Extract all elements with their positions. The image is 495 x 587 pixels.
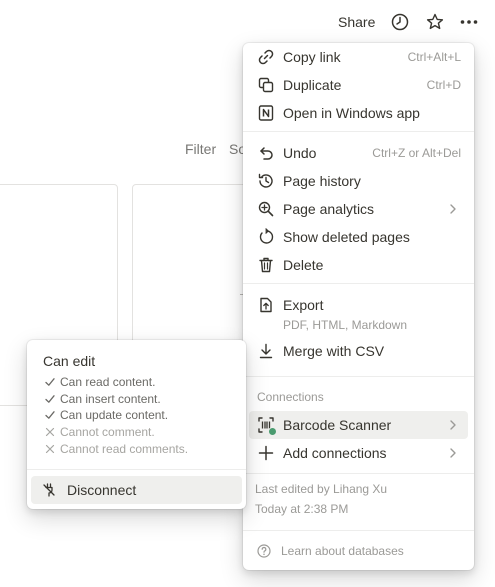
page-options-menu: Copy link Ctrl+Alt+L Duplicate Ctrl+D Op…: [243, 43, 474, 570]
help-icon: [257, 544, 271, 558]
learn-about-databases-link[interactable]: Learn about databases: [257, 544, 404, 558]
menu-item-add-connections[interactable]: Add connections: [249, 439, 468, 467]
plus-icon: [257, 444, 275, 462]
menu-item-label: Page history: [283, 173, 361, 189]
shortcut-hint: Ctrl+Alt+L: [407, 50, 461, 64]
clock-icon[interactable]: [390, 12, 410, 32]
menu-item-label: Show deleted pages: [283, 229, 410, 245]
menu-item-barcode-scanner[interactable]: Barcode Scanner: [249, 411, 468, 439]
cross-icon: [44, 426, 56, 438]
permission-item: Cannot read comments.: [44, 441, 188, 457]
unplug-icon: [41, 482, 57, 498]
permission-text: Cannot read comments.: [60, 442, 189, 456]
menu-item-page-history[interactable]: Page history: [249, 167, 468, 195]
menu-divider: [243, 473, 474, 474]
menu-item-label: Duplicate: [283, 77, 342, 93]
menu-item-export[interactable]: Export: [249, 291, 468, 319]
disconnect-button[interactable]: Disconnect: [31, 476, 242, 504]
permission-text: Can update content.: [60, 408, 169, 422]
menu-item-open-in-app[interactable]: Open in Windows app: [249, 99, 468, 127]
menu-item-show-deleted-pages[interactable]: Show deleted pages: [249, 223, 468, 251]
filter-button[interactable]: Filter: [185, 141, 216, 157]
permission-item: Can update content.: [44, 407, 168, 423]
download-icon: [257, 342, 275, 360]
menu-item-page-analytics[interactable]: Page analytics: [249, 195, 468, 223]
menu-item-duplicate[interactable]: Duplicate Ctrl+D: [249, 71, 468, 99]
menu-item-label: Open in Windows app: [283, 105, 420, 121]
barcode-icon: [257, 416, 277, 436]
disconnect-label: Disconnect: [67, 482, 137, 498]
menu-item-merge-csv[interactable]: Merge with CSV: [249, 337, 468, 365]
menu-item-label: Add connections: [283, 445, 387, 461]
shortcut-hint: Ctrl+Z or Alt+Del: [372, 146, 461, 160]
menu-scrollbar[interactable]: [468, 43, 474, 143]
menu-item-delete[interactable]: Delete: [249, 251, 468, 279]
connections-heading: Connections: [257, 390, 324, 404]
permission-title: Can edit: [43, 353, 96, 369]
connection-status-dot: [268, 427, 277, 436]
check-icon: [44, 393, 56, 405]
last-edited-time: Today at 2:38 PM: [255, 502, 349, 516]
popup-divider: [27, 469, 246, 470]
permission-item: Can read content.: [44, 374, 155, 390]
menu-item-label: Barcode Scanner: [283, 417, 392, 433]
shortcut-hint: Ctrl+D: [426, 78, 461, 92]
permission-text: Can read content.: [60, 375, 156, 389]
check-icon: [44, 376, 56, 388]
permission-text: Cannot comment.: [60, 425, 155, 439]
share-button[interactable]: Share: [338, 14, 375, 30]
connection-permissions-popup: Can edit Can read content. Can insert co…: [27, 340, 246, 509]
menu-item-copy-link[interactable]: Copy link Ctrl+Alt+L: [249, 43, 468, 71]
last-edited-by: Last edited by Lihang Xu: [255, 482, 388, 496]
chevron-right-icon: [446, 446, 460, 460]
undo-icon: [257, 144, 275, 162]
link-icon: [257, 48, 275, 66]
menu-divider: [243, 376, 474, 377]
history-icon: [257, 172, 275, 190]
menu-divider: [243, 283, 474, 284]
export-formats: PDF, HTML, Markdown: [283, 318, 408, 332]
duplicate-icon: [257, 76, 275, 94]
menu-item-label: Delete: [283, 257, 324, 273]
trash-icon: [257, 256, 275, 274]
permission-item: Can insert content.: [44, 391, 161, 407]
learn-label: Learn about databases: [281, 544, 404, 558]
star-icon[interactable]: [425, 12, 445, 32]
menu-item-undo[interactable]: Undo Ctrl+Z or Alt+Del: [249, 139, 468, 167]
menu-item-label: Merge with CSV: [283, 343, 385, 359]
menu-divider: [243, 131, 474, 132]
chevron-right-icon: [446, 202, 460, 216]
permission-text: Can insert content.: [60, 392, 161, 406]
menu-item-label: Page analytics: [283, 201, 375, 217]
restore-icon: [257, 228, 275, 246]
chevron-right-icon: [446, 418, 460, 432]
check-icon: [44, 409, 56, 421]
permission-item: Cannot comment.: [44, 424, 155, 440]
export-icon: [257, 296, 275, 314]
more-icon[interactable]: [459, 12, 479, 32]
menu-item-label: Export: [283, 297, 324, 313]
analytics-icon: [257, 200, 275, 218]
menu-item-label: Undo: [283, 145, 317, 161]
menu-divider: [243, 530, 474, 531]
topbar: Share: [0, 0, 495, 44]
menu-item-label: Copy link: [283, 49, 341, 65]
notion-app-icon: [257, 104, 275, 122]
cross-icon: [44, 443, 56, 455]
